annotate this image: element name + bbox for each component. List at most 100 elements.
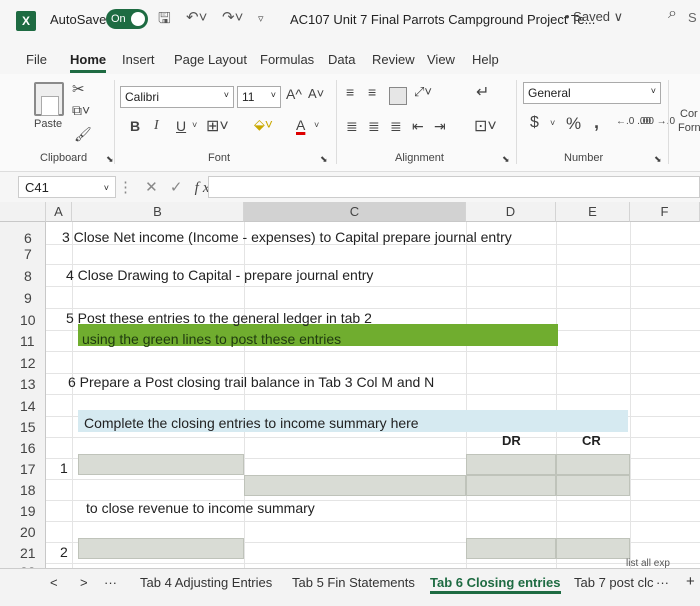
merge-center-icon[interactable]: ⊡˅ — [474, 116, 497, 136]
shrink-font-button[interactable]: A˅ — [308, 86, 324, 101]
underline-button[interactable]: U — [176, 118, 186, 134]
row-header-15[interactable]: 15 — [0, 419, 46, 435]
decrease-decimal-button[interactable]: .00 →.0 — [640, 116, 675, 127]
menu-formulas[interactable]: Formulas — [260, 52, 314, 67]
tab-7-post-closing[interactable]: Tab 7 post clc — [574, 575, 654, 590]
row-header-20[interactable]: 20 — [0, 524, 46, 540]
conditional-format-partial[interactable]: Cor — [680, 108, 698, 120]
cell-text-row19[interactable]: to close revenue to income summary — [86, 500, 315, 516]
cancel-icon[interactable]: ✕ — [145, 179, 162, 196]
row-header-6[interactable]: 6 — [0, 230, 46, 246]
font-color-button[interactable]: A — [296, 117, 305, 133]
borders-icon[interactable]: ⊞˅ — [206, 116, 229, 136]
currency-button[interactable]: $ — [530, 114, 539, 132]
row-header-17[interactable]: 17 — [0, 461, 46, 477]
align-center-icon[interactable]: ≣ — [368, 118, 380, 135]
alignment-launcher-icon[interactable]: ⬊ — [502, 154, 510, 165]
italic-button[interactable]: I — [154, 118, 159, 134]
conditional-format-partial-2[interactable]: Forn — [678, 122, 700, 134]
menu-insert[interactable]: Insert — [122, 52, 155, 67]
cr-header[interactable]: CR — [582, 433, 601, 448]
col-header-c[interactable]: C — [244, 202, 466, 222]
search-icon[interactable]: ⌕ — [668, 5, 677, 23]
paste-icon[interactable] — [34, 82, 64, 116]
journal-cell[interactable] — [556, 538, 630, 559]
row-header-18[interactable]: 18 — [0, 482, 46, 498]
menu-review[interactable]: Review — [372, 52, 415, 67]
cell-text-row10[interactable]: 5 Post these entries to the general ledg… — [66, 310, 372, 326]
row-header-10[interactable]: 10 — [0, 312, 46, 328]
tab-more-right[interactable]: ··· — [656, 575, 669, 590]
journal-cell[interactable] — [466, 538, 556, 559]
format-painter-icon[interactable]: 🖌 — [74, 126, 92, 143]
dr-header[interactable]: DR — [502, 433, 521, 448]
row-header-14[interactable]: 14 — [0, 398, 46, 414]
clipboard-launcher-icon[interactable]: ⬊ — [106, 154, 114, 165]
cell-text-row11[interactable]: using the green lines to post these entr… — [82, 331, 341, 347]
autosave-toggle[interactable]: On — [106, 9, 148, 29]
menu-data[interactable]: Data — [328, 52, 355, 67]
formula-input[interactable] — [208, 176, 700, 198]
col-header-e[interactable]: E — [556, 202, 630, 222]
tab-4-adjusting[interactable]: Tab 4 Adjusting Entries — [140, 575, 272, 590]
font-launcher-icon[interactable]: ⬊ — [320, 154, 328, 165]
tab-6-closing-entries[interactable]: Tab 6 Closing entries — [430, 575, 561, 594]
tab-nav-next[interactable]: > — [80, 575, 88, 590]
row-header-21[interactable]: 21 — [0, 545, 46, 561]
document-title[interactable]: AC107 Unit 7 Final Parrots Campground Pr… — [290, 12, 595, 27]
chevron-down-icon[interactable]: ˅ — [550, 118, 555, 128]
save-icon[interactable]: 🖫 — [158, 8, 171, 33]
row-header-7[interactable]: 7 — [0, 246, 46, 262]
percent-button[interactable]: % — [566, 114, 581, 134]
journal-cell[interactable] — [556, 454, 630, 475]
chevron-down-icon[interactable]: ˅ — [314, 120, 319, 130]
tab-5-fin-statements[interactable]: Tab 5 Fin Statements — [292, 575, 415, 590]
grow-font-button[interactable]: A^ — [286, 86, 302, 102]
cell-text-row6[interactable]: 3 Close Net income (Income - expenses) t… — [62, 229, 512, 245]
decrease-indent-icon[interactable]: ⇤ — [412, 118, 424, 135]
font-name-select[interactable]: Calibri ˅ — [120, 86, 234, 108]
menu-home[interactable]: Home — [70, 52, 107, 73]
col-header-d[interactable]: D — [466, 202, 556, 222]
cell-text-row15[interactable]: Complete the closing entries to income s… — [84, 415, 419, 431]
comma-button[interactable]: , — [594, 112, 599, 133]
journal-cell[interactable] — [78, 454, 244, 475]
col-header-a[interactable]: A — [46, 202, 72, 222]
menu-help[interactable]: Help — [472, 52, 499, 67]
number-launcher-icon[interactable]: ⬊ — [654, 154, 662, 165]
bold-button[interactable]: B — [130, 118, 140, 134]
tab-more-left[interactable]: ··· — [104, 575, 117, 590]
font-size-select[interactable]: 11 ˅ — [237, 86, 281, 108]
row-header-8[interactable]: 8 — [0, 268, 46, 284]
cell-text-row8[interactable]: 4 Close Drawing to Capital - prepare jou… — [66, 267, 373, 283]
tab-nav-prev[interactable]: < — [50, 575, 58, 590]
row-header-19[interactable]: 19 — [0, 503, 46, 519]
chevron-down-icon[interactable]: ˅ — [192, 120, 197, 130]
undo-icon[interactable]: ↶˅ — [186, 8, 207, 26]
menu-page-layout[interactable]: Page Layout — [174, 52, 247, 67]
cell-text-row13[interactable]: 6 Prepare a Post closing trail balance i… — [68, 374, 434, 390]
save-status[interactable]: • Saved ∨ — [565, 9, 623, 25]
journal-cell[interactable] — [244, 475, 466, 496]
row-header-9[interactable]: 9 — [0, 290, 46, 306]
col-header-f[interactable]: F — [630, 202, 700, 222]
row-header-16[interactable]: 16 — [0, 440, 46, 456]
cut-icon[interactable]: ✂ — [72, 80, 85, 98]
cell-text-row21[interactable]: 2 — [60, 544, 68, 560]
search-partial[interactable]: S — [688, 10, 697, 25]
number-format-select[interactable]: General ˅ — [523, 82, 661, 104]
wrap-text-icon[interactable]: ↵ — [476, 82, 489, 102]
align-top-icon[interactable]: ≡ — [346, 84, 354, 100]
align-right-icon[interactable]: ≣ — [390, 118, 402, 135]
add-sheet-button[interactable]: + — [686, 573, 695, 590]
journal-cell[interactable] — [556, 475, 630, 496]
confirm-icon[interactable]: ✓ — [170, 179, 187, 196]
row-header-12[interactable]: 12 — [0, 355, 46, 371]
select-all-corner[interactable] — [0, 202, 46, 222]
customize-qat-icon[interactable]: ▿ — [258, 12, 264, 25]
copy-icon[interactable]: ⧉˅ — [72, 102, 90, 119]
cell-text-row17[interactable]: 1 — [60, 460, 68, 476]
menu-file[interactable]: File — [26, 52, 47, 67]
col-header-b[interactable]: B — [72, 202, 244, 222]
align-bottom-button[interactable] — [389, 87, 407, 105]
